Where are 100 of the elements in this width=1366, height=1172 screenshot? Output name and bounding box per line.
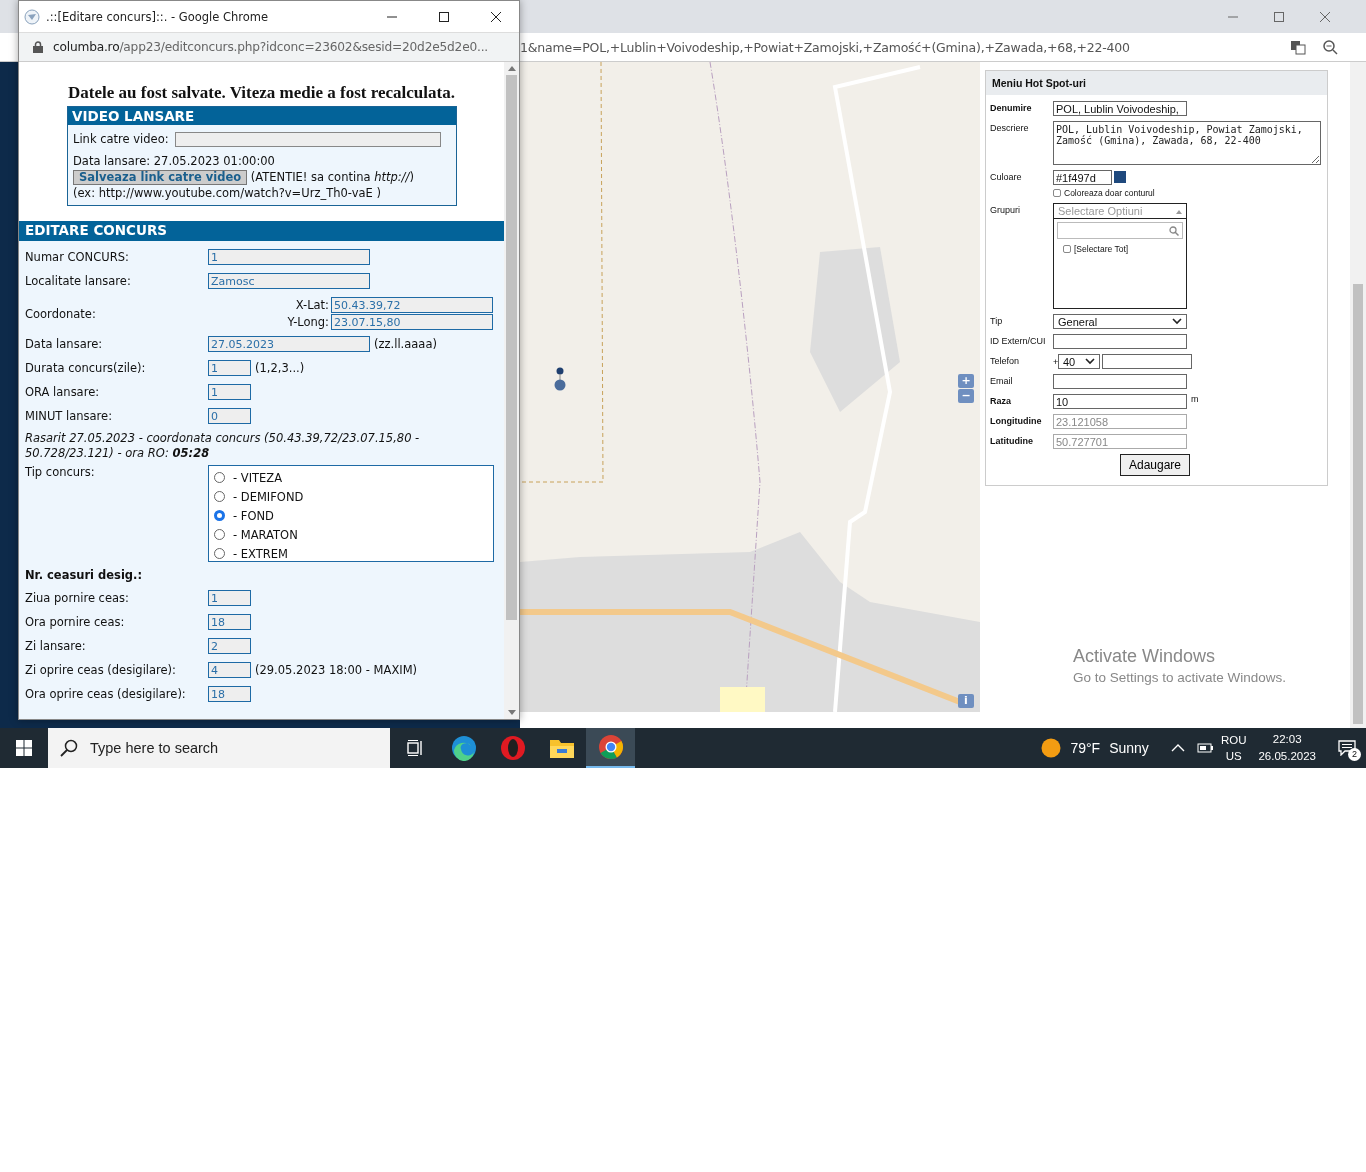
chevron-icon <box>1172 318 1182 325</box>
color-input[interactable]: #1f497d <box>1053 170 1112 185</box>
task-view-icon <box>404 739 425 757</box>
map-marker-icon[interactable] <box>554 366 566 392</box>
search-icon <box>1169 225 1179 236</box>
subsection-heading: Nr. ceasuri desig.: <box>25 568 144 582</box>
text-input[interactable]: 1 <box>208 249 370 265</box>
field-label: Telefon <box>990 355 1021 366</box>
checkbox-label: Coloreaza doar conturul <box>1064 188 1155 198</box>
save-link-button[interactable]: Salveaza link catre video <box>73 170 248 185</box>
field-label: Link catre video: <box>73 131 169 147</box>
chevron-up-icon[interactable] <box>1170 743 1185 753</box>
taskbar-search-field[interactable]: Type here to search <box>48 728 390 768</box>
field-label: Tip <box>990 315 1004 326</box>
radio-button[interactable] <box>214 510 225 521</box>
scroll-down-arrow-icon[interactable] <box>507 710 516 715</box>
field-label: ORA lansare: <box>25 385 101 399</box>
field-label: Data lansare: <box>25 337 104 351</box>
scroll-up-arrow-icon[interactable] <box>507 66 516 71</box>
text-input[interactable]: 1 <box>208 384 251 400</box>
text-input[interactable]: 18 <box>208 614 251 630</box>
text-input[interactable]: Zamosc <box>208 273 370 289</box>
language-indicator[interactable]: ROU US <box>1220 732 1247 764</box>
address-bar-url[interactable]: 1&name=POL,+Lublin+Voivodeship,+Powiat+Zamojski,+Zamość+(Gmina),+Zawada,+68,+22-400 <box>520 39 1274 55</box>
chevron-icon <box>1085 358 1095 365</box>
section-heading: EDITARE CONCURS <box>19 221 504 241</box>
field-label: Grupuri <box>990 204 1021 215</box>
browser-icon <box>499 735 526 761</box>
sunrise-note: Rasarit 27.05.2023 - coordonata concurs (50.43.39,72/23.07.15,80 - 50.728/23.121) - ora RO: 05:28 <box>25 431 421 461</box>
activation-title: Activate Windows <box>1073 646 1217 667</box>
phone-prefix-select[interactable]: 40 <box>1058 354 1100 369</box>
clock[interactable]: 22:03 26.05.2023 <box>1258 731 1316 765</box>
field-label: Tip concurs: <box>25 465 96 481</box>
translate-icon[interactable] <box>1290 39 1306 55</box>
video-link-input[interactable] <box>174 131 441 147</box>
text-input[interactable]: 1 <box>208 360 251 376</box>
section-heading: VIDEO LANSARE <box>68 107 456 125</box>
radio-label[interactable]: - FOND <box>233 508 274 523</box>
field-label: Zi lansare: <box>25 639 87 653</box>
radio-label[interactable]: - EXTREM <box>233 546 288 561</box>
phone-plus-sign: + <box>1053 356 1058 367</box>
text-input[interactable]: 4 <box>208 662 251 678</box>
maximize-icon <box>438 10 450 23</box>
radio-label[interactable]: - VITEZA <box>233 470 283 485</box>
panel-title: Meniu Hot Spot-uri <box>986 71 1327 95</box>
text-input[interactable]: 27.05.2023 <box>208 336 370 352</box>
taskbar-app-button[interactable] <box>586 728 635 768</box>
longitude-input[interactable]: 23.07.15,80 <box>331 314 493 330</box>
latitude-input[interactable]: 50.43.39,72 <box>331 297 493 313</box>
color-swatch[interactable] <box>1114 171 1126 183</box>
format-hint: (1,2,3...) <box>255 361 305 375</box>
email-input[interactable] <box>1053 374 1187 389</box>
radio-label[interactable]: - MARATON <box>233 527 298 542</box>
option-checkbox[interactable] <box>1063 245 1071 253</box>
field-label: Ziua pornire ceas: <box>25 591 130 605</box>
radio-button[interactable] <box>214 529 225 540</box>
scrollbar[interactable] <box>504 62 519 719</box>
close-icon <box>1319 10 1331 23</box>
longitude-input[interactable]: 23.121058 <box>1053 414 1187 429</box>
add-button[interactable]: Adaugare <box>1120 454 1191 476</box>
field-label: Denumire <box>990 102 1033 113</box>
type-select[interactable]: General <box>1053 314 1187 329</box>
external-id-input[interactable] <box>1053 334 1187 349</box>
text-input[interactable]: 1 <box>208 590 251 606</box>
radius-input[interactable]: 10 <box>1053 394 1187 409</box>
chat-bubble-icon <box>1338 740 1356 756</box>
temperature-text[interactable]: 79°F <box>1070 740 1101 756</box>
activation-message: Go to Settings to activate Windows. <box>1073 670 1287 685</box>
format-hint: (zz.ll.aaaa) <box>374 337 437 351</box>
radio-button[interactable] <box>214 491 225 502</box>
windows-logo-icon <box>16 740 32 756</box>
format-hint: (29.05.2023 18:00 - MAXIM) <box>255 663 418 677</box>
field-label: Ora oprire ceas (desigilare): <box>25 687 187 701</box>
text-input[interactable]: 2 <box>208 638 251 654</box>
latitude-input[interactable]: 50.727701 <box>1053 434 1187 449</box>
option-label[interactable]: [Selectare Tot] <box>1074 244 1129 254</box>
name-input[interactable]: POL, Lublin Voivodeship, <box>1053 101 1187 116</box>
phone-input[interactable] <box>1102 354 1192 369</box>
radio-button[interactable] <box>214 548 225 559</box>
browser-icon <box>450 735 477 761</box>
field-label: Durata concurs(zile): <box>25 361 147 375</box>
search-field[interactable] <box>1057 222 1183 239</box>
radio-label[interactable]: - DEMIFOND <box>233 489 304 504</box>
close-icon <box>490 10 502 23</box>
save-message: Datele au fost salvate. Viteza medie a fost recalculata. <box>67 83 456 103</box>
weather-text[interactable]: Sunny <box>1109 740 1149 756</box>
outline-checkbox[interactable] <box>1053 189 1061 197</box>
field-label: Y-Long: <box>286 315 330 329</box>
field-label: ID Extern/CUI <box>990 335 1047 346</box>
notifications-button[interactable]: 2 <box>1332 733 1362 763</box>
scrollbar[interactable] <box>1350 62 1366 728</box>
description-textarea[interactable]: POL, Lublin Voivodeship, Powiat Zamojski, Zamość (Gmina), Zawada, 68, 22-400 <box>1053 121 1321 165</box>
field-label: Zi oprire ceas (desigilare): <box>25 663 177 677</box>
zoom-icon[interactable] <box>1322 39 1338 55</box>
battery-icon[interactable] <box>1194 741 1213 755</box>
caret-icon <box>1176 208 1182 214</box>
search-icon <box>60 739 78 757</box>
text-input[interactable]: 18 <box>208 686 251 702</box>
text-input[interactable]: 0 <box>208 408 251 424</box>
radio-button[interactable] <box>214 472 225 483</box>
